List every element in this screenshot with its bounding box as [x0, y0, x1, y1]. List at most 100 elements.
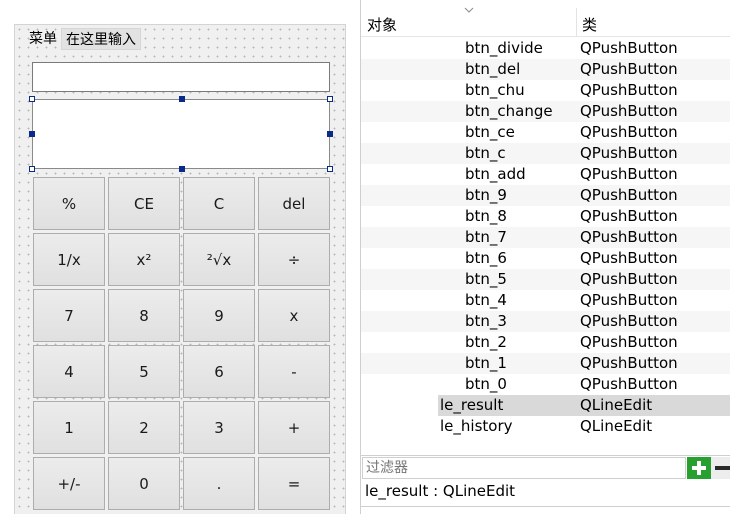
tree-row-class: QPushButton: [580, 354, 678, 372]
header-column-divider[interactable]: [576, 8, 577, 37]
menu-bar: 菜单 在这里输入: [25, 28, 141, 50]
menu-type-here-placeholder[interactable]: 在这里输入: [61, 28, 141, 50]
history-line-edit[interactable]: [32, 62, 330, 92]
tree-row-object: btn_2: [465, 333, 507, 351]
button-multiply[interactable]: x: [258, 289, 330, 342]
tree-row[interactable]: btn_3 QPushButton: [361, 311, 730, 332]
tree-row[interactable]: btn_8 QPushButton: [361, 206, 730, 227]
button-square-root[interactable]: ²√x: [183, 233, 255, 286]
tree-row-class: QPushButton: [580, 270, 678, 288]
property-editor-header: [361, 506, 730, 514]
tree-row-class: QLineEdit: [580, 417, 653, 435]
button-9[interactable]: 9: [183, 289, 255, 342]
tree-row-class: QPushButton: [580, 249, 678, 267]
tree-row[interactable]: btn_9 QPushButton: [361, 185, 730, 206]
tree-row[interactable]: btn_del QPushButton: [361, 59, 730, 80]
tree-row-object: btn_divide: [465, 39, 543, 57]
header-object[interactable]: 对象: [367, 14, 397, 35]
button-0[interactable]: 0: [108, 457, 180, 510]
menu-item-caidan[interactable]: 菜单: [25, 28, 61, 50]
tree-row[interactable]: btn_chu QPushButton: [361, 80, 730, 101]
button-clear[interactable]: C: [183, 177, 255, 230]
resize-handle-top-left[interactable]: [29, 96, 35, 102]
tree-row-object: btn_del: [465, 60, 521, 78]
remove-button[interactable]: [711, 457, 730, 479]
tree-row[interactable]: btn_6 QPushButton: [361, 248, 730, 269]
filter-bar: [361, 455, 730, 479]
tree-row-object: btn_9: [465, 186, 507, 204]
tree-row-class: QPushButton: [580, 186, 678, 204]
button-1[interactable]: 1: [33, 401, 105, 454]
tree-row-class: QLineEdit: [580, 396, 653, 414]
tree-row-object: btn_3: [465, 312, 507, 330]
button-7[interactable]: 7: [33, 289, 105, 342]
button-clear-entry[interactable]: CE: [108, 177, 180, 230]
button-reciprocal[interactable]: 1/x: [33, 233, 105, 286]
tree-row[interactable]: le_history QLineEdit: [361, 416, 730, 437]
tree-row[interactable]: btn_c QPushButton: [361, 143, 730, 164]
selected-object-status: le_result : QLineEdit: [365, 482, 516, 500]
tree-row[interactable]: btn_5 QPushButton: [361, 269, 730, 290]
tree-row-class: QPushButton: [580, 228, 678, 246]
button-3[interactable]: 3: [183, 401, 255, 454]
tree-row-object: btn_0: [465, 375, 507, 393]
tree-row-object: btn_6: [465, 249, 507, 267]
button-subtract[interactable]: -: [258, 345, 330, 398]
add-button[interactable]: [687, 457, 711, 479]
sort-chevron-icon[interactable]: [464, 6, 474, 14]
button-add[interactable]: +: [258, 401, 330, 454]
tree-row-object: btn_4: [465, 291, 507, 309]
resize-handle-top[interactable]: [179, 96, 185, 102]
tree-row-class: QPushButton: [580, 102, 678, 120]
tree-row-object: le_history: [440, 417, 513, 435]
resize-handle-right[interactable]: [327, 131, 333, 137]
resize-handle-bottom[interactable]: [179, 166, 185, 172]
main-window-form[interactable]: 菜单 在这里输入 % CE C del 1/x x² ²√x ÷ 7 8 9 x…: [14, 24, 346, 514]
tree-row-class: QPushButton: [580, 165, 678, 183]
resize-handle-bottom-left[interactable]: [29, 166, 35, 172]
header-class[interactable]: 类: [582, 14, 597, 35]
tree-row[interactable]: btn_divide QPushButton: [361, 38, 730, 59]
button-2[interactable]: 2: [108, 401, 180, 454]
tree-row[interactable]: btn_4 QPushButton: [361, 290, 730, 311]
tree-row-object: btn_7: [465, 228, 507, 246]
button-5[interactable]: 5: [108, 345, 180, 398]
button-divide[interactable]: ÷: [258, 233, 330, 286]
tree-row-object: btn_ce: [465, 123, 515, 141]
button-percent[interactable]: %: [33, 177, 105, 230]
tree-header: 对象 类: [361, 0, 730, 37]
button-4[interactable]: 4: [33, 345, 105, 398]
tree-row-class: QPushButton: [580, 207, 678, 225]
button-equals[interactable]: =: [258, 457, 330, 510]
tree-row-class: QPushButton: [580, 312, 678, 330]
tree-row[interactable]: btn_2 QPushButton: [361, 332, 730, 353]
tree-row[interactable]: btn_0 QPushButton: [361, 374, 730, 395]
button-8[interactable]: 8: [108, 289, 180, 342]
tree-row-object: btn_chu: [465, 81, 525, 99]
tree-row-object: btn_c: [465, 144, 506, 162]
tree-row-object: btn_change: [465, 102, 553, 120]
tree-row-object: btn_5: [465, 270, 507, 288]
filter-input[interactable]: [362, 457, 686, 479]
button-square[interactable]: x²: [108, 233, 180, 286]
tree-row-class: QPushButton: [580, 333, 678, 351]
tree-row[interactable]: btn_7 QPushButton: [361, 227, 730, 248]
tree-row-class: QPushButton: [580, 39, 678, 57]
button-delete[interactable]: del: [258, 177, 330, 230]
tree-row-object: btn_add: [465, 165, 526, 183]
button-6[interactable]: 6: [183, 345, 255, 398]
tree-row[interactable]: btn_ce QPushButton: [361, 122, 730, 143]
tree-row[interactable]: btn_add QPushButton: [361, 164, 730, 185]
tree-row-selected[interactable]: le_result QLineEdit: [361, 395, 730, 416]
resize-handle-left[interactable]: [29, 131, 35, 137]
tree-row-class: QPushButton: [580, 144, 678, 162]
resize-handle-bottom-right[interactable]: [327, 166, 333, 172]
tree-row[interactable]: btn_1 QPushButton: [361, 353, 730, 374]
tree-row[interactable]: btn_change QPushButton: [361, 101, 730, 122]
remove-icon: [715, 466, 730, 470]
tree-row-object: btn_1: [465, 354, 507, 372]
resize-handle-top-right[interactable]: [327, 96, 333, 102]
button-decimal[interactable]: .: [183, 457, 255, 510]
result-line-edit[interactable]: [29, 96, 333, 172]
button-negate[interactable]: +/-: [33, 457, 105, 510]
